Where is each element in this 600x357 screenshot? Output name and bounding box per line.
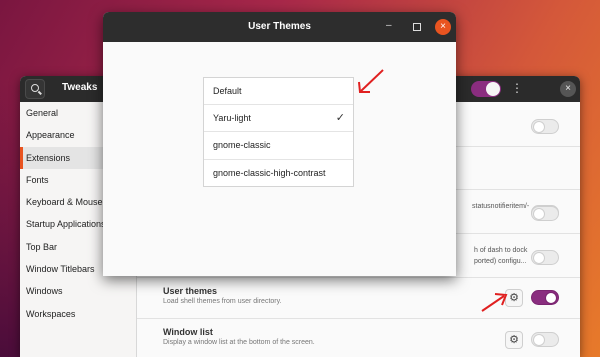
gear-icon: ⚙ — [509, 292, 519, 304]
theme-label: gnome-classic — [213, 140, 271, 151]
user-themes-dialog: User Themes – × Default Yaru-light ✓ gno… — [103, 12, 456, 276]
theme-option-default[interactable]: Default — [204, 78, 353, 106]
theme-label: Yaru-light — [213, 113, 251, 124]
window-list-row: Window list Display a window list at the… — [137, 319, 580, 357]
toggle-knob — [545, 292, 557, 304]
window-list-description: Display a window list at the bottom of t… — [163, 339, 315, 346]
window-list-title: Window list — [163, 327, 213, 337]
annotation-arrow-icon — [358, 69, 384, 93]
toggle-knob — [533, 252, 545, 264]
extension-toggle[interactable] — [531, 206, 559, 221]
sidebar-item-workspaces[interactable]: Workspaces — [20, 303, 136, 325]
minimize-button[interactable]: – — [386, 20, 392, 31]
theme-option-gnome-classic[interactable]: gnome-classic — [204, 132, 353, 160]
extension-partial-description: ported) configu... — [474, 258, 527, 265]
user-themes-description: Load shell themes from user directory. — [163, 298, 282, 305]
user-themes-row: User themes Load shell themes from user … — [137, 278, 580, 319]
theme-label: gnome-classic-high-contrast — [213, 167, 326, 178]
extensions-master-switch[interactable] — [471, 81, 501, 97]
theme-label: Default — [213, 86, 242, 96]
extension-toggle[interactable] — [531, 119, 559, 134]
sidebar-item-windows[interactable]: Windows — [20, 280, 136, 302]
extension-toggle[interactable] — [531, 250, 559, 265]
user-themes-title: User themes — [163, 286, 218, 296]
toggle-knob — [533, 121, 545, 133]
window-list-settings-button[interactable]: ⚙ — [505, 331, 523, 349]
toggle-knob — [533, 208, 545, 220]
user-themes-toggle[interactable] — [531, 290, 559, 305]
checkmark-icon: ✓ — [335, 112, 345, 125]
dialog-close-button[interactable]: × — [435, 19, 451, 35]
dialog-title: User Themes — [248, 21, 311, 32]
gear-icon: ⚙ — [509, 334, 519, 346]
dialog-header-bar: User Themes – × — [103, 12, 456, 42]
theme-list: Default Yaru-light ✓ gnome-classic gnome… — [203, 77, 354, 187]
tweaks-title: Tweaks — [62, 82, 98, 93]
switch-knob — [486, 82, 500, 96]
search-button[interactable] — [25, 79, 45, 99]
theme-option-yaru-light[interactable]: Yaru-light ✓ — [204, 105, 353, 133]
window-list-toggle[interactable] — [531, 332, 559, 347]
extension-partial-description: h of dash to dock — [474, 247, 528, 254]
annotation-arrow-icon — [481, 293, 508, 312]
toggle-knob — [533, 334, 545, 346]
search-icon-handle — [38, 90, 42, 95]
extension-partial-description: statusnotifieritem/- — [472, 203, 530, 210]
theme-option-gnome-classic-high-contrast[interactable]: gnome-classic-high-contrast — [204, 160, 353, 187]
tweaks-close-button[interactable]: × — [560, 81, 576, 97]
menu-icon[interactable]: ⋮ — [511, 81, 523, 95]
maximize-button[interactable] — [413, 23, 421, 31]
